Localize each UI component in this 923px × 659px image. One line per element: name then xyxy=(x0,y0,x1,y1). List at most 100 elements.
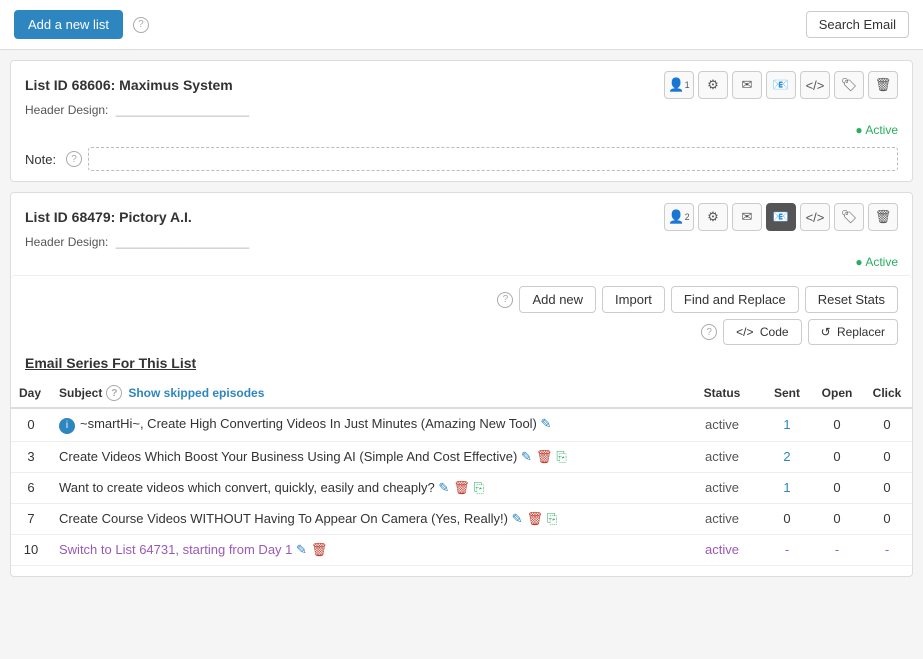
cell-sent[interactable]: 1 xyxy=(762,408,812,441)
list-active-badge-1: ● Active xyxy=(11,121,912,143)
replacer-button[interactable]: ↺ Replacer xyxy=(808,319,898,345)
copy-icon[interactable]: ⎘ xyxy=(474,480,484,496)
cell-click: - xyxy=(862,534,912,565)
series-toolbar: ? Add new Import Find and Replace Reset … xyxy=(11,276,912,317)
email-series-table: Day Subject ? Show skipped episodes Stat… xyxy=(11,379,912,566)
list-tag-btn-1[interactable]: 🏷 xyxy=(834,71,864,99)
cell-status: active xyxy=(682,534,762,565)
subject-text: ~smartHi~, Create High Converting Videos… xyxy=(80,416,537,431)
add-new-button[interactable]: Add new xyxy=(519,286,596,313)
search-email-button[interactable]: Search Email xyxy=(806,11,909,38)
cell-status: active xyxy=(682,472,762,503)
cell-open: 0 xyxy=(812,503,862,534)
list-email-btn-2[interactable]: ✉ xyxy=(732,203,762,231)
code-icon: </> xyxy=(736,325,753,339)
delete-icon[interactable]: 🗑 xyxy=(453,480,470,496)
table-row: 0 i ~smartHi~, Create High Converting Vide… xyxy=(11,408,912,441)
series-toolbar2: ? </> Code ↺ Replacer xyxy=(11,317,912,351)
copy-icon[interactable]: ⎘ xyxy=(547,511,557,527)
add-list-help-icon[interactable]: ? xyxy=(133,17,149,33)
cell-open: - xyxy=(812,534,862,565)
col-header-status: Status xyxy=(682,379,762,408)
cell-day: 10 xyxy=(11,534,51,565)
col-header-sent: Sent xyxy=(762,379,812,408)
copy-icon[interactable]: ⎘ xyxy=(556,449,566,465)
list-users-btn-1[interactable]: 👤1 xyxy=(664,71,694,99)
import-button[interactable]: Import xyxy=(602,286,665,313)
sent-link[interactable]: 2 xyxy=(783,449,790,464)
note-help-icon-1[interactable]: ? xyxy=(66,151,82,167)
subject-text: Create Course Videos WITHOUT Having To A… xyxy=(59,511,508,526)
edit-icon[interactable]: ✎ xyxy=(438,480,449,496)
cell-open: 0 xyxy=(812,408,862,441)
table-row: 6Want to create videos which convert, qu… xyxy=(11,472,912,503)
list-delete-btn-1[interactable]: 🗑 xyxy=(868,71,898,99)
find-replace-button[interactable]: Find and Replace xyxy=(671,286,799,313)
cell-sent: - xyxy=(762,534,812,565)
row-actions: ✎🗑⎘ xyxy=(521,449,567,465)
list-subline-1: Header Design: ____________________ xyxy=(11,103,912,121)
list-active-badge-2: ● Active xyxy=(11,253,912,275)
info-icon[interactable]: i xyxy=(59,418,75,434)
col-header-open: Open xyxy=(812,379,862,408)
cell-status: active xyxy=(682,408,762,441)
edit-icon[interactable]: ✎ xyxy=(296,542,307,558)
cell-day: 6 xyxy=(11,472,51,503)
cell-click: 0 xyxy=(862,503,912,534)
edit-icon[interactable]: ✎ xyxy=(541,416,552,432)
edit-icon[interactable]: ✎ xyxy=(521,449,532,465)
list-title-1: List ID 68606: Maximus System xyxy=(25,77,233,93)
cell-sent[interactable]: 2 xyxy=(762,441,812,472)
list-email-btn-1[interactable]: ✉ xyxy=(732,71,762,99)
col-header-day: Day xyxy=(11,379,51,408)
cell-open: 0 xyxy=(812,472,862,503)
cell-sent: 0 xyxy=(762,503,812,534)
list-title-2: List ID 68479: Pictory A.I. xyxy=(25,209,192,225)
delete-icon[interactable]: 🗑 xyxy=(536,449,553,465)
subject-link[interactable]: Switch to List 64731, starting from Day … xyxy=(59,542,292,557)
show-skipped-link[interactable]: Show skipped episodes xyxy=(128,386,264,400)
note-bar-1: Note: ? xyxy=(11,143,912,181)
list-card-1: List ID 68606: Maximus System 👤1 ⚙ ✉ 📧 <… xyxy=(10,60,913,182)
subject-text: Create Videos Which Boost Your Business … xyxy=(59,449,517,464)
series-help-icon2[interactable]: ? xyxy=(701,324,717,340)
table-row: 7Create Course Videos WITHOUT Having To … xyxy=(11,503,912,534)
cell-subject: Want to create videos which convert, qui… xyxy=(51,472,682,503)
cell-click: 0 xyxy=(862,441,912,472)
list-card-2: List ID 68479: Pictory A.I. 👤2 ⚙ ✉ 📧 </>… xyxy=(10,192,913,577)
top-bar: Add a new list ? Search Email xyxy=(0,0,923,50)
list-actions-1: 👤1 ⚙ ✉ 📧 </> 🏷 🗑 xyxy=(664,71,898,99)
list-code-btn-2[interactable]: </> xyxy=(800,203,830,231)
delete-icon[interactable]: 🗑 xyxy=(311,542,328,558)
edit-icon[interactable]: ✎ xyxy=(512,511,523,527)
list-users-btn-2[interactable]: 👤2 xyxy=(664,203,694,231)
delete-icon[interactable]: 🗑 xyxy=(526,511,543,527)
cell-click: 0 xyxy=(862,408,912,441)
list-header-1: List ID 68606: Maximus System 👤1 ⚙ ✉ 📧 <… xyxy=(11,61,912,103)
list-mail2-btn-1[interactable]: 📧 xyxy=(766,71,796,99)
row-actions: ✎🗑⎘ xyxy=(512,511,558,527)
list-mail2-btn-2[interactable]: 📧 xyxy=(766,203,796,231)
series-title: Email Series For This List xyxy=(11,351,912,379)
list-code-btn-1[interactable]: </> xyxy=(800,71,830,99)
cell-open: 0 xyxy=(812,441,862,472)
sent-link[interactable]: 1 xyxy=(783,480,790,495)
list-delete-btn-2[interactable]: 🗑 xyxy=(868,203,898,231)
row-actions: ✎ xyxy=(541,416,552,432)
table-row: 10 Switch to List 64731, starting from Da… xyxy=(11,534,912,565)
note-label-1: Note: xyxy=(25,152,56,167)
replacer-icon: ↺ xyxy=(821,325,831,339)
list-settings-btn-1[interactable]: ⚙ xyxy=(698,71,728,99)
reset-stats-button[interactable]: Reset Stats xyxy=(805,286,898,313)
subject-help-icon[interactable]: ? xyxy=(106,385,122,401)
cell-subject: i ~smartHi~, Create High Converting Video… xyxy=(51,408,682,441)
code-button[interactable]: </> Code xyxy=(723,319,801,345)
list-tag-btn-2[interactable]: 🏷 xyxy=(834,203,864,231)
sent-link[interactable]: 1 xyxy=(783,417,790,432)
series-help-icon[interactable]: ? xyxy=(497,292,513,308)
note-input-1[interactable] xyxy=(88,147,898,171)
cell-sent[interactable]: 1 xyxy=(762,472,812,503)
list-settings-btn-2[interactable]: ⚙ xyxy=(698,203,728,231)
row-actions: ✎🗑⎘ xyxy=(438,480,484,496)
add-new-list-button[interactable]: Add a new list xyxy=(14,10,123,39)
